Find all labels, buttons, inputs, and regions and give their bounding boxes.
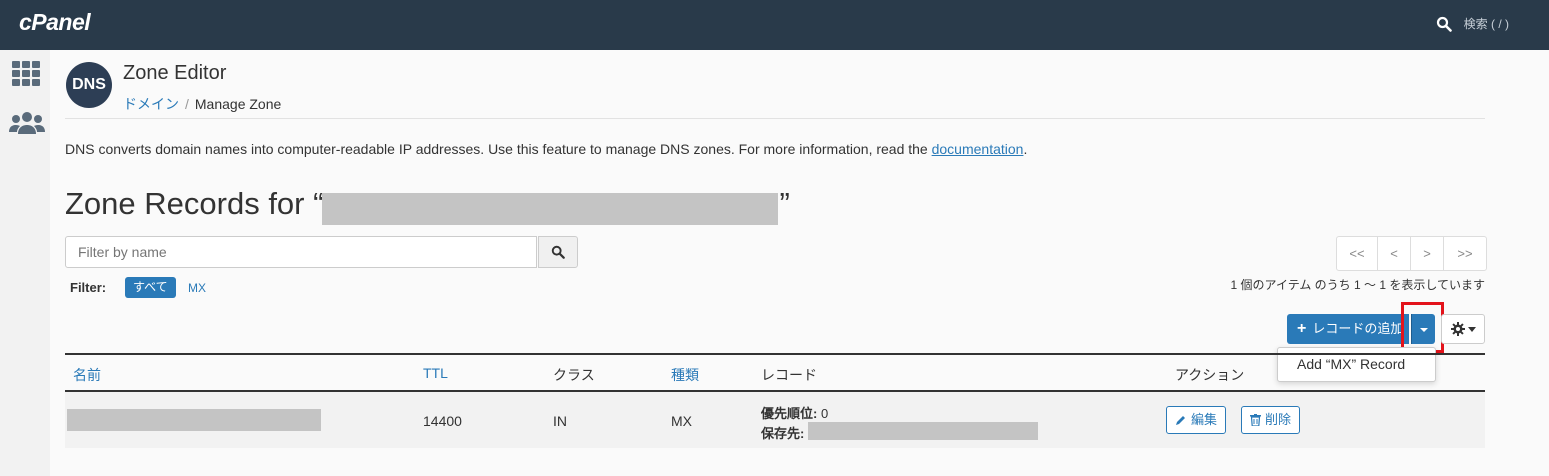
- column-header-actions: アクション: [1175, 367, 1245, 383]
- breadcrumb-separator: /: [185, 96, 189, 112]
- plus-icon: +: [1297, 320, 1307, 337]
- record-ttl: 14400: [423, 413, 462, 429]
- filter-mx-chip[interactable]: MX: [188, 281, 206, 295]
- search-icon: [551, 245, 565, 259]
- filter-all-chip[interactable]: すべて: [125, 277, 176, 298]
- destination-label: 保存先:: [761, 426, 805, 441]
- breadcrumb-current: Manage Zone: [194, 96, 282, 112]
- edit-label: 編集: [1191, 412, 1218, 427]
- record-destination: 保存先:: [761, 423, 804, 442]
- redacted-domain-name: [322, 193, 778, 225]
- grid-icon[interactable]: [11, 60, 41, 86]
- column-header-ttl[interactable]: TTL: [423, 365, 448, 381]
- zone-title-prefix: Zone Records for “: [65, 186, 324, 221]
- column-header-type[interactable]: 種類: [671, 365, 699, 385]
- trash-icon: [1250, 414, 1261, 426]
- record-priority: 優先順位: 0: [761, 403, 828, 422]
- record-class: IN: [553, 413, 567, 429]
- documentation-link[interactable]: documentation: [932, 141, 1024, 157]
- page-title: Zone Editor: [123, 62, 227, 84]
- filter-by-name-input[interactable]: [65, 236, 537, 268]
- column-header-name[interactable]: 名前: [73, 365, 101, 385]
- page-description: DNS converts domain names into computer-…: [65, 141, 1027, 157]
- priority-value: 0: [820, 406, 829, 421]
- pagination: << < > >>: [1336, 236, 1487, 271]
- column-header-record: レコード: [761, 367, 817, 383]
- users-icon[interactable]: [9, 110, 45, 136]
- highlight-box: [1401, 302, 1444, 353]
- description-suffix: .: [1023, 141, 1028, 157]
- breadcrumb: ドメイン / Manage Zone: [123, 94, 281, 114]
- zone-title-suffix: ”: [779, 186, 790, 221]
- gear-icon: [1450, 322, 1465, 336]
- caret-down-icon: [1467, 326, 1476, 332]
- description-text: DNS converts domain names into computer-…: [65, 141, 932, 157]
- redacted-destination: [808, 422, 1038, 440]
- items-count-info: 1 個のアイテム のうち 1 ～ 1 を表示しています: [1230, 278, 1485, 292]
- prev-page-button[interactable]: <: [1378, 237, 1411, 270]
- left-sidebar: [0, 50, 51, 476]
- delete-label: 削除: [1265, 412, 1292, 427]
- search-icon[interactable]: [1436, 16, 1452, 32]
- settings-button[interactable]: [1441, 314, 1485, 344]
- next-page-button[interactable]: >: [1411, 237, 1444, 270]
- priority-label: 優先順位:: [761, 406, 818, 421]
- delete-button[interactable]: 削除: [1241, 406, 1301, 434]
- filter-label: Filter:: [70, 280, 107, 295]
- cpanel-logo[interactable]: cPanel: [19, 9, 91, 36]
- filter-search-button[interactable]: [538, 236, 578, 268]
- header-divider: [65, 118, 1485, 119]
- add-record-label: レコードの追加: [1312, 321, 1404, 336]
- table-top-border: [65, 353, 1485, 355]
- dns-icon: DNS: [66, 62, 112, 108]
- search-label: 検索 ( / ): [1463, 17, 1509, 31]
- last-page-button[interactable]: >>: [1444, 237, 1486, 270]
- add-record-button[interactable]: + レコードの追加: [1287, 314, 1409, 344]
- redacted-record-name: [67, 409, 321, 431]
- top-bar: cPanel 検索 ( / ): [0, 0, 1549, 50]
- edit-button[interactable]: 編集: [1166, 406, 1227, 434]
- pencil-icon: [1176, 416, 1185, 425]
- record-type: MX: [671, 413, 692, 429]
- global-search[interactable]: 検索 ( / ): [1436, 15, 1509, 32]
- breadcrumb-link-domains[interactable]: ドメイン: [123, 96, 179, 112]
- first-page-button[interactable]: <<: [1337, 237, 1378, 270]
- column-header-class: クラス: [553, 367, 595, 383]
